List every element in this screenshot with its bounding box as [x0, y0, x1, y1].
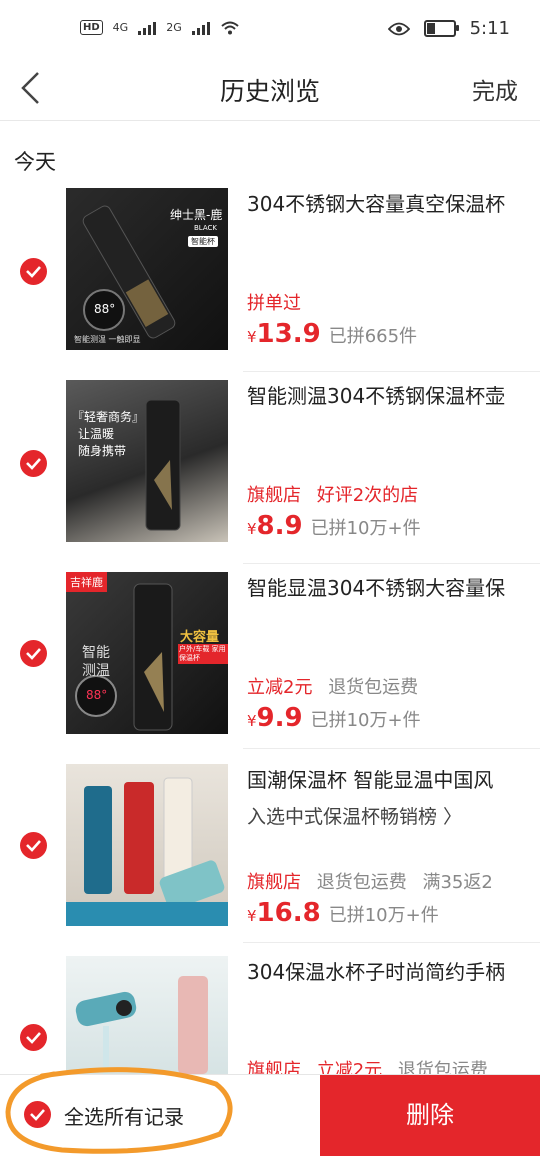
status-time: 5:11	[469, 18, 510, 39]
thermos-illustration	[66, 777, 228, 926]
list-item[interactable]: 吉祥鹿 大容量 户外/车载 家用保温杯 智能 测温 88° 智能显温304不锈钢…	[0, 572, 540, 764]
tag-badge: 旗舰店	[247, 485, 301, 506]
ranking-link[interactable]: 入选中式保温杯畅销榜 〉	[247, 802, 462, 829]
divider	[243, 942, 540, 943]
product-image[interactable]: 『轻奢商务』 让温暖 随身携带	[66, 380, 228, 542]
image-label: 大容量	[180, 630, 220, 645]
product-title[interactable]: 国潮保温杯 智能显温中国风	[247, 764, 537, 793]
image-label: 测温	[82, 663, 110, 679]
list-item[interactable]: 『轻奢商务』 让温暖 随身携带 智能测温304不锈钢保温杯壶 旗舰店 好评2次的…	[0, 380, 540, 572]
product-image[interactable]: 吉祥鹿 大容量 户外/车载 家用保温杯 智能 测温 88°	[66, 572, 228, 734]
battery-icon	[423, 20, 459, 37]
product-image[interactable]	[66, 956, 228, 1074]
nav-bar: 历史浏览 完成	[0, 60, 540, 121]
product-title[interactable]: 智能测温304不锈钢保温杯壶	[247, 380, 537, 409]
check-icon	[26, 648, 41, 660]
image-label: 智能杯	[188, 236, 218, 247]
tag-badge: 满35返2	[422, 872, 493, 893]
section-label-today: 今天	[14, 150, 56, 174]
item-checkbox[interactable]	[20, 640, 47, 667]
image-label: 智能	[82, 645, 110, 661]
currency-symbol: ¥	[247, 907, 257, 925]
tag-badge: 旗舰店	[247, 872, 301, 893]
check-icon	[26, 840, 41, 852]
page-title: 历史浏览	[219, 77, 320, 106]
image-label: BLACK	[194, 224, 218, 232]
product-price: 9.9	[256, 703, 303, 733]
wifi-icon	[221, 21, 239, 35]
currency-symbol: ¥	[247, 328, 257, 346]
check-icon	[26, 1032, 41, 1044]
item-checkbox[interactable]	[20, 450, 47, 477]
thermos-illustration	[75, 976, 208, 1074]
hd-indicator: HD	[80, 20, 103, 35]
sold-count: 已拼665件	[328, 326, 418, 347]
check-icon	[26, 266, 41, 278]
image-label: 智能测温 一触即显	[74, 335, 141, 344]
product-title[interactable]: 304保温水杯子时尚简约手柄	[247, 956, 537, 985]
product-price: 13.9	[256, 319, 321, 349]
item-checkbox[interactable]	[20, 258, 47, 285]
thermos-illustration	[145, 399, 181, 531]
signal-icon	[191, 21, 210, 35]
sold-count: 已拼10万+件	[328, 905, 439, 926]
image-label: 88°	[94, 302, 116, 316]
check-icon	[26, 458, 41, 470]
status-bar: HD 4G 2G 5:11	[0, 0, 540, 60]
eye-icon	[387, 22, 410, 35]
sold-count: 已拼10万+件	[310, 710, 421, 731]
product-price: 16.8	[256, 898, 321, 928]
image-label: 随身携带	[78, 444, 127, 458]
image-badge: 吉祥鹿	[66, 572, 107, 592]
currency-symbol: ¥	[247, 712, 257, 730]
network-2g: 2G	[166, 21, 182, 34]
tag-badge: 拼单过	[247, 293, 301, 314]
image-label: 绅士黑-鹿	[170, 208, 223, 222]
divider	[243, 748, 540, 749]
image-label: 88°	[86, 688, 108, 702]
sold-count: 已拼10万+件	[310, 518, 421, 539]
item-checkbox[interactable]	[20, 1024, 47, 1051]
image-label: 让温暖	[78, 427, 115, 441]
tag-badge: 立减2元	[247, 677, 313, 698]
delete-button[interactable]: 删除	[320, 1075, 540, 1156]
product-price: 8.9	[256, 511, 303, 541]
product-image[interactable]	[66, 764, 228, 926]
image-label: 『轻奢商务』	[72, 410, 145, 424]
product-title[interactable]: 304不锈钢大容量真空保温杯	[247, 188, 537, 217]
item-checkbox[interactable]	[20, 832, 47, 859]
signal-icon	[138, 21, 157, 35]
image-label: 户外/车载 家用保温杯	[178, 644, 228, 664]
divider	[243, 563, 540, 564]
network-4g: 4G	[112, 21, 129, 34]
list-item[interactable]: 绅士黑-鹿 BLACK 智能杯 88° 智能测温 一触即显 304不锈钢大容量真…	[0, 188, 540, 380]
currency-symbol: ¥	[247, 520, 257, 538]
tag-badge: 好评2次的店	[316, 485, 419, 506]
done-button[interactable]: 完成	[472, 72, 518, 106]
divider	[243, 371, 540, 372]
list-item[interactable]: 国潮保温杯 智能显温中国风 入选中式保温杯畅销榜 〉 旗舰店 退货包运费 满35…	[0, 764, 540, 956]
annotation-circle	[5, 1067, 233, 1154]
product-image[interactable]: 绅士黑-鹿 BLACK 智能杯 88° 智能测温 一触即显	[66, 188, 228, 350]
tag-badge: 退货包运费	[316, 872, 407, 893]
product-title[interactable]: 智能显温304不锈钢大容量保	[247, 572, 537, 601]
tag-badge: 退货包运费	[328, 677, 419, 698]
